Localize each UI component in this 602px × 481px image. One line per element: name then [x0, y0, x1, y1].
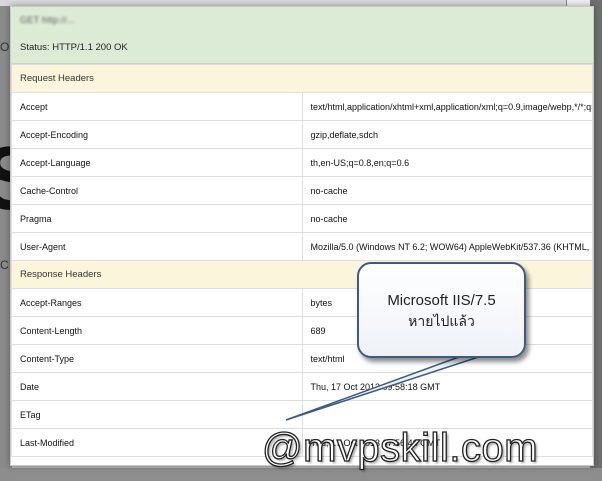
- callout-tail: [285, 349, 501, 421]
- callout-line-2: หายไปแล้ว: [408, 313, 475, 329]
- callout-pointer: [285, 349, 501, 421]
- watermark: @mvpskill.com: [261, 425, 539, 470]
- callout-line-1: Microsoft IIS/7.5: [387, 292, 496, 309]
- callout-bubble: Microsoft IIS/7.5 หายไปแล้ว: [357, 262, 526, 358]
